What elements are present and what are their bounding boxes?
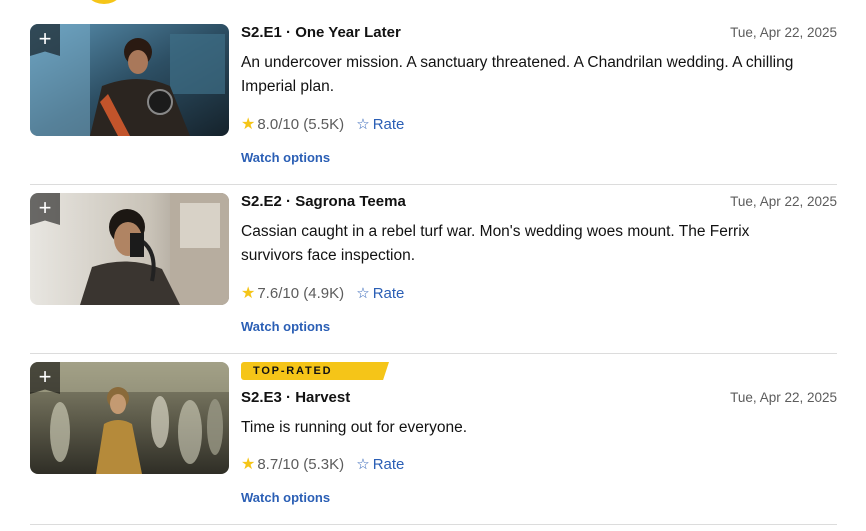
- add-to-watchlist-button[interactable]: +: [30, 193, 60, 225]
- divider: [30, 184, 837, 185]
- rate-button[interactable]: ☆ Rate: [356, 456, 404, 473]
- episode-air-date: Tue, Apr 22, 2025: [730, 25, 837, 40]
- episode-title[interactable]: S2.E1 · One Year Later: [241, 24, 401, 41]
- episode-title[interactable]: S2.E2 · Sagrona Teema: [241, 193, 406, 210]
- watch-options-link[interactable]: Watch options: [241, 319, 330, 334]
- rating-row: ★ 7.6/10 (4.9K) ☆ Rate: [241, 283, 404, 303]
- top-rated-badge: TOP-RATED: [241, 362, 389, 380]
- vote-count: (5.3K): [303, 456, 345, 473]
- rate-label: Rate: [372, 285, 405, 302]
- episode-thumbnail[interactable]: +: [30, 193, 229, 305]
- star-filled-icon: ★: [241, 456, 256, 473]
- episode-air-date: Tue, Apr 22, 2025: [730, 194, 837, 209]
- watch-options-link[interactable]: Watch options: [241, 490, 330, 505]
- watch-options-link[interactable]: Watch options: [241, 150, 330, 165]
- star-filled-icon: ★: [241, 116, 256, 133]
- rate-button[interactable]: ☆ Rate: [356, 116, 404, 133]
- episode-item-2: + S2.E2 · Sagrona Teema Tue, Apr 22, 202…: [30, 193, 837, 362]
- divider: [30, 353, 837, 354]
- episode-description: Cassian caught in a rebel turf war. Mon'…: [241, 223, 750, 264]
- episode-description: An undercover mission. A sanctuary threa…: [241, 54, 794, 95]
- add-to-watchlist-button[interactable]: +: [30, 362, 60, 394]
- rating-row: ★ 8.0/10 (5.5K) ☆ Rate: [241, 114, 404, 134]
- rating-value: 8.0/10: [257, 116, 300, 133]
- vote-count: (4.9K): [303, 285, 345, 302]
- rating-value: 8.7/10: [257, 456, 300, 473]
- rating-value: 7.6/10: [257, 285, 300, 302]
- rate-label: Rate: [372, 116, 405, 133]
- rate-label: Rate: [372, 456, 405, 473]
- rate-button[interactable]: ☆ Rate: [356, 285, 404, 302]
- vote-count: (5.5K): [303, 116, 345, 133]
- episode-thumbnail[interactable]: +: [30, 362, 229, 474]
- star-outline-icon: ☆: [356, 456, 370, 473]
- divider: [30, 524, 837, 525]
- episode-thumbnail[interactable]: +: [30, 24, 229, 136]
- rating-row: ★ 8.7/10 (5.3K) ☆ Rate: [241, 454, 404, 474]
- episode-air-date: Tue, Apr 22, 2025: [730, 390, 837, 405]
- episode-title[interactable]: S2.E3 · Harvest: [241, 389, 350, 406]
- star-filled-icon: ★: [241, 285, 256, 302]
- episode-item-1: + S2.E1 · One Year Later Tue, Apr 22, 20…: [30, 24, 837, 193]
- star-outline-icon: ☆: [356, 285, 370, 302]
- star-outline-icon: ☆: [356, 116, 370, 133]
- yellow-decoration: [82, 0, 126, 4]
- add-to-watchlist-button[interactable]: +: [30, 24, 60, 56]
- episode-item-3: + TOP-RATED S2.E3 · Harvest Tue, Apr 22,…: [30, 362, 837, 531]
- episode-description: Time is running out for everyone.: [241, 419, 468, 436]
